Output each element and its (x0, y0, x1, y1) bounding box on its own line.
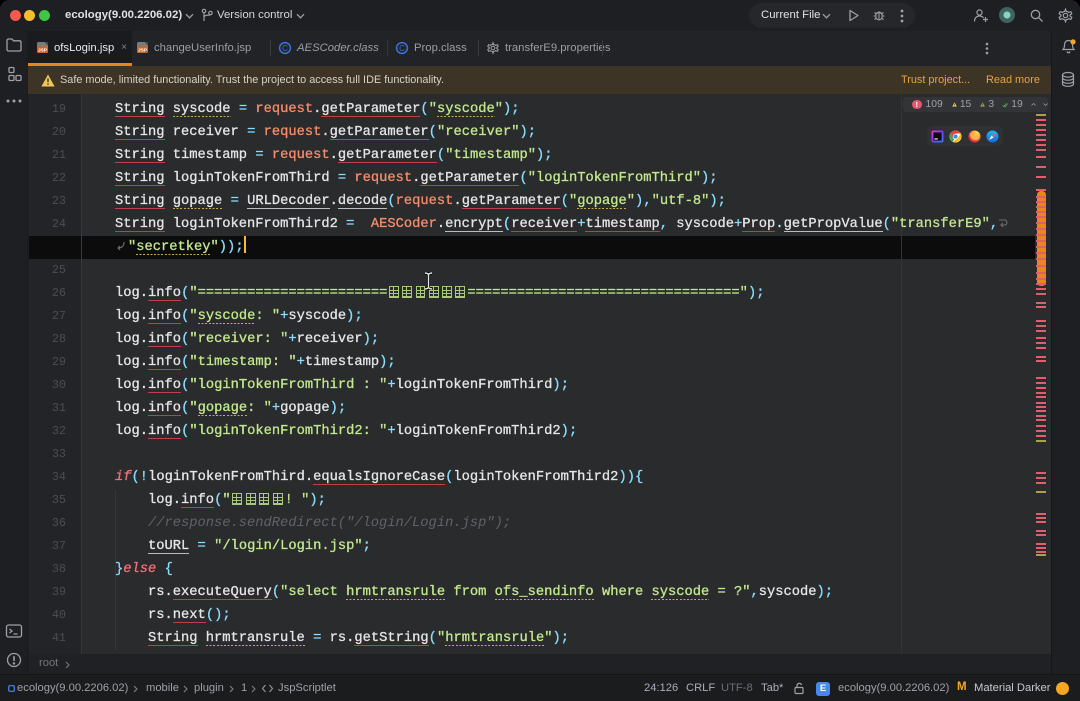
svg-text:JSP: JSP (138, 48, 148, 54)
svg-text:C: C (282, 43, 288, 52)
svg-text:JSP: JSP (38, 48, 48, 54)
svg-text:C: C (399, 43, 405, 52)
